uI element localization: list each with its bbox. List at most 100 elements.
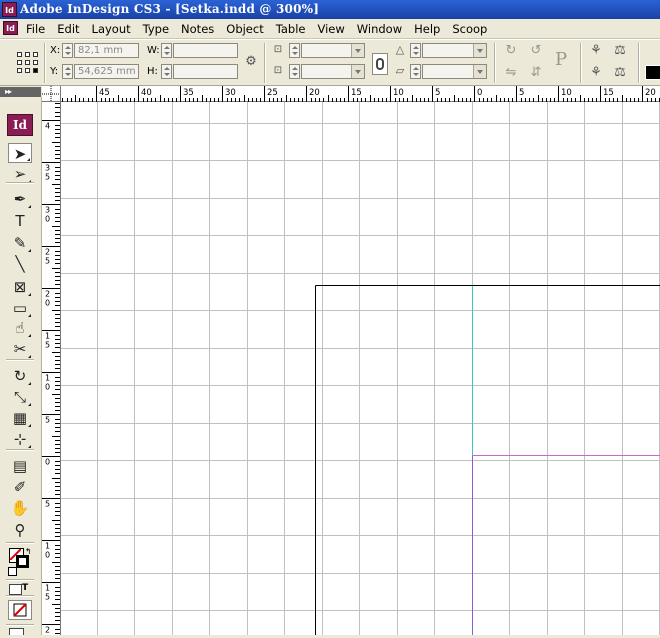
vruler-label: 2 — [45, 290, 50, 299]
hruler-label: 20 — [645, 88, 656, 98]
w-label: W: — [147, 45, 160, 56]
rotate-tool-icon[interactable]: ↻ — [8, 366, 32, 386]
button-tool-icon[interactable]: ☝ — [8, 318, 32, 338]
tools-panel: Id ➤ ➢ ✒ T ✎ ╲ ⊠ ▭ ☝ ✂ ↻ ⤡ ▦ ⊹ ▤ ✐ ✋ ⚲ ↰ T — [0, 97, 42, 635]
baseline-grid — [61, 102, 660, 635]
scissors-tool-icon[interactable]: ✂ — [8, 339, 32, 359]
scale-tool-icon[interactable]: ⤡ — [8, 387, 32, 407]
horizontal-ruler-ticks: 45 40 35 30 25 20 15 10 5 0 5 10 15 20 — [58, 86, 660, 102]
hruler-label: 5 — [519, 88, 524, 98]
vruler-label: 3 — [45, 164, 50, 173]
vruler-label: 1 — [45, 332, 50, 341]
menu-table[interactable]: Table — [270, 19, 312, 38]
window-title: Adobe InDesign CS3 - [Setka.indd @ 300%] — [20, 2, 320, 16]
constrain-proportions-icon[interactable]: ⚙ — [243, 55, 259, 71]
hand-tool-icon[interactable]: ✋ — [8, 498, 32, 518]
h-field[interactable] — [173, 64, 238, 79]
apply-none-button[interactable] — [8, 600, 32, 620]
h-label: H: — [147, 66, 158, 77]
stroke-swatch[interactable] — [645, 65, 660, 80]
default-fill-stroke-icon[interactable] — [8, 567, 17, 576]
rotate-cw-icon[interactable]: ↻ — [503, 44, 519, 60]
select-content-icon[interactable]: ⚖ — [612, 44, 628, 60]
vertical-ruler-ticks: 435302520151050510152 — [42, 99, 60, 638]
horizontal-ruler[interactable]: 45 40 35 30 25 20 15 10 5 0 5 10 15 20 — [42, 86, 660, 102]
vertical-ruler[interactable]: 435302520151050510152 — [42, 97, 61, 638]
vruler-label: 0 — [45, 383, 50, 392]
menu-notes[interactable]: Notes — [175, 19, 220, 38]
hruler-label: 5 — [435, 88, 440, 98]
gradient-tool-icon[interactable]: ▦ — [8, 408, 32, 428]
pen-tool-icon[interactable]: ✒ — [8, 189, 32, 209]
collapse-arrows-icon[interactable]: ▸▸ — [5, 88, 12, 96]
ruler-origin[interactable] — [42, 86, 61, 102]
tools-panel-header[interactable]: ▸▸ — [0, 87, 41, 97]
shear-dropdown[interactable] — [473, 65, 486, 78]
menu-object[interactable]: Object — [220, 19, 269, 38]
stroke-swatch-large[interactable] — [16, 555, 29, 568]
select-previous-icon[interactable]: ⚘ — [588, 66, 604, 82]
hruler-label: 20 — [309, 88, 320, 98]
rectangle-tool-icon[interactable]: ▭ — [8, 298, 32, 318]
title-bar: Id Adobe InDesign CS3 - [Setka.indd @ 30… — [0, 0, 660, 19]
document-icon[interactable]: Id — [3, 21, 18, 35]
direct-selection-tool-icon[interactable]: ➢ — [8, 164, 32, 184]
normal-view-icon[interactable] — [9, 628, 24, 635]
type-tool-icon[interactable]: T — [8, 211, 32, 231]
document-canvas[interactable] — [61, 102, 660, 635]
hruler-label: 10 — [393, 88, 404, 98]
w-field[interactable] — [173, 43, 238, 58]
zoom-tool-icon[interactable]: ⚲ — [8, 520, 32, 540]
swap-fill-stroke-icon[interactable]: ↰ — [25, 547, 32, 556]
free-transform-tool-icon[interactable]: ⊹ — [8, 429, 32, 449]
x-stepper[interactable] — [62, 43, 73, 58]
selection-tool-icon[interactable]: ➤ — [8, 143, 32, 163]
chain-link-icon[interactable] — [372, 53, 388, 75]
formatting-text-icon[interactable]: T — [22, 583, 28, 593]
menu-view[interactable]: View — [311, 19, 350, 38]
menu-type[interactable]: Type — [137, 19, 175, 38]
menu-window[interactable]: Window — [351, 19, 408, 38]
note-tool-icon[interactable]: ▤ — [8, 456, 32, 476]
vruler-label: 1 — [45, 584, 50, 593]
shear-stepper[interactable] — [410, 64, 421, 79]
indesign-app-icon[interactable]: Id — [2, 2, 17, 17]
flip-vertical-icon[interactable]: ⇵ — [528, 66, 544, 82]
vruler-label: 5 — [45, 257, 50, 266]
w-stepper[interactable] — [161, 43, 172, 58]
rotate-stepper[interactable] — [410, 43, 421, 58]
hruler-label: 10 — [561, 88, 572, 98]
scale-y-stepper[interactable] — [289, 64, 300, 79]
select-next-icon[interactable]: ⚖ — [612, 66, 628, 82]
x-field[interactable]: 82,1 mm — [74, 43, 139, 58]
rotate-ccw-icon[interactable]: ↺ — [528, 44, 544, 60]
reference-point-icon[interactable] — [17, 52, 38, 73]
vruler-label: 1 — [45, 374, 50, 383]
rectangle-frame-tool-icon[interactable]: ⊠ — [8, 277, 32, 297]
hruler-label: 25 — [267, 88, 278, 98]
select-container-icon[interactable]: ⚘ — [588, 44, 604, 60]
menu-file[interactable]: File — [20, 19, 51, 38]
h-stepper[interactable] — [161, 64, 172, 79]
scale-x-stepper[interactable] — [289, 43, 300, 58]
scale-y-dropdown[interactable] — [351, 65, 364, 78]
menu-layout[interactable]: Layout — [86, 19, 137, 38]
menu-edit[interactable]: Edit — [51, 19, 85, 38]
shear-angle-icon: ▱ — [395, 64, 405, 77]
menu-scoop[interactable]: Scoop — [446, 19, 493, 38]
hruler-label: 15 — [351, 88, 362, 98]
line-tool-icon[interactable]: ╲ — [8, 254, 32, 274]
menu-help[interactable]: Help — [408, 19, 446, 38]
menu-list: File Edit Layout Type Notes Object Table View Wi… — [20, 19, 493, 38]
scale-x-dropdown[interactable] — [351, 44, 364, 57]
y-field[interactable]: 54,625 mm — [74, 64, 139, 79]
eyedropper-tool-icon[interactable]: ✐ — [8, 477, 32, 497]
hruler-label: 30 — [225, 88, 236, 98]
y-stepper[interactable] — [62, 64, 73, 79]
vruler-label: 5 — [45, 173, 50, 182]
rotate-dropdown[interactable] — [473, 44, 486, 57]
formatting-container-icon[interactable] — [9, 584, 22, 595]
pencil-tool-icon[interactable]: ✎ — [8, 233, 32, 253]
hruler-label: 0 — [477, 88, 482, 98]
flip-horizontal-icon[interactable]: ⇋ — [503, 66, 519, 82]
